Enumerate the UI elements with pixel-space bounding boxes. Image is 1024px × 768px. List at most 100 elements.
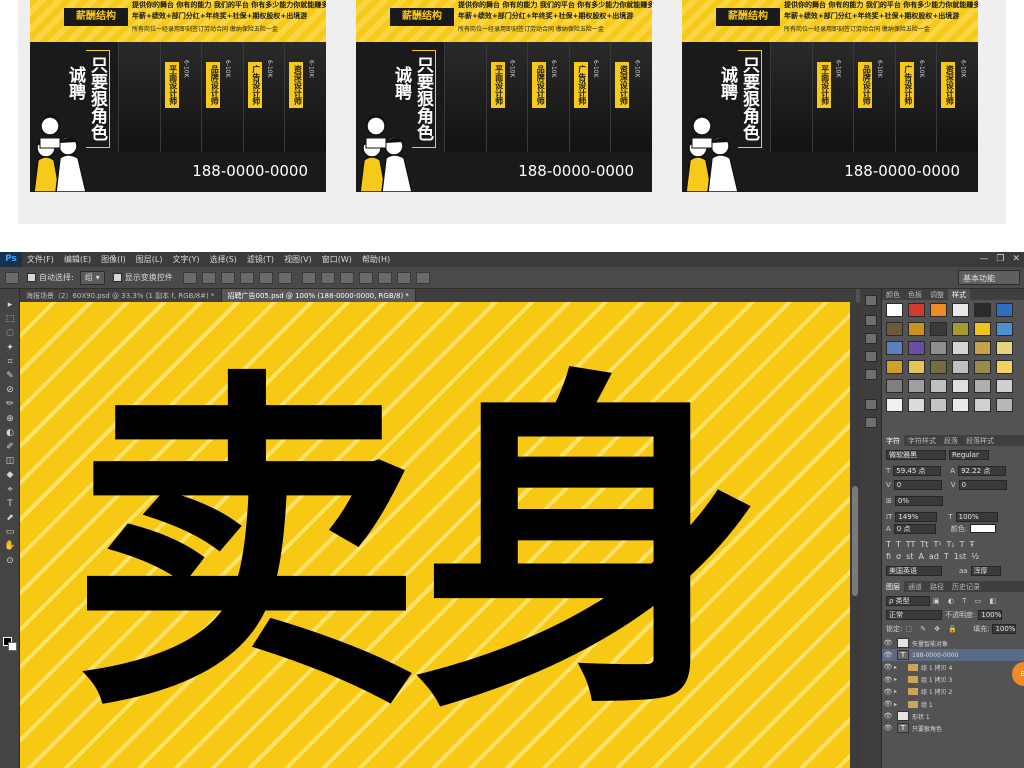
style-preset-swatch[interactable] [952,303,969,317]
swash-icon[interactable]: A [918,552,923,561]
layer-kind-filter[interactable]: ρ 类型 [886,595,930,606]
play-icon[interactable] [865,295,877,306]
layer-row[interactable]: 👁 T 只要狠角色 [882,722,1024,734]
style-preset-swatch[interactable] [886,360,903,374]
layer-filter-icons[interactable]: ▣ ◐ T ▭ ◧ [933,597,999,605]
expand-arrow-icon[interactable]: ▸ [894,676,900,683]
distribute-top-icon[interactable] [301,271,316,284]
align-left-icon[interactable] [239,271,254,284]
hand-tool-icon[interactable]: ✋ [3,540,17,552]
tracking-field[interactable]: 0 [958,479,1007,490]
opacity-field[interactable]: 100% [978,609,1003,620]
style-preset-swatch[interactable] [886,341,903,355]
styles-panel-tab[interactable]: 样式 [948,289,970,300]
horizontal-scale-field[interactable]: 100% [955,511,998,522]
stylistic-icon[interactable]: st [906,552,913,561]
distribute-right-icon[interactable] [396,271,411,284]
healing-tool-icon[interactable]: ⊘ [3,384,17,396]
style-preset-swatch[interactable] [886,303,903,317]
kerning-field[interactable]: 0 [893,479,942,490]
small-caps-icon[interactable]: Tt [920,540,928,549]
character-panel-tab[interactable]: 字符样式 [904,435,940,446]
menu-item[interactable]: 文件(F) [22,254,59,265]
eye-icon[interactable]: 👁 [882,724,894,732]
character-panel-tab[interactable]: 段落 [940,435,962,446]
menu-item[interactable]: 视图(V) [279,254,317,265]
style-preset-swatch[interactable] [908,379,925,393]
layers-panel-tab[interactable]: 路径 [926,581,948,592]
layer-row[interactable]: 👁 ▸ 组 1 [882,698,1024,710]
close-button[interactable]: ✕ [1012,254,1020,264]
eye-icon[interactable]: 👁 [882,688,894,696]
distribute-hcenter-icon[interactable] [377,271,392,284]
path-select-tool-icon[interactable]: ⬈ [3,512,17,524]
marquee-tool-icon[interactable]: ⬚ [3,313,17,325]
layers-panel-tab[interactable]: 通道 [904,581,926,592]
layers-panel-tab[interactable]: 历史记录 [948,581,984,592]
blur-tool-icon[interactable]: ◆ [3,469,17,481]
align-hcenter-icon[interactable] [258,271,273,284]
style-preset-swatch[interactable] [886,322,903,336]
auto-align-icon[interactable] [415,271,430,284]
menu-item[interactable]: 滤镜(T) [242,254,279,265]
document-canvas[interactable]: 卖身 [20,302,850,768]
quick-select-tool-icon[interactable]: ✦ [3,342,17,354]
alternates-icon[interactable]: ad [929,552,939,561]
document-tab[interactable]: 招聘广告005.psd @ 100% (188-0000-0000, RGB/8… [221,289,416,302]
superscript-icon[interactable]: T¹ [933,540,941,549]
style-preset-swatch[interactable] [908,360,925,374]
character-icon[interactable] [865,399,877,410]
menu-item[interactable]: 窗口(W) [317,254,357,265]
style-preset-swatch[interactable] [952,398,969,412]
eye-icon[interactable]: 👁 [882,651,894,659]
shape-tool-icon[interactable]: ▭ [3,526,17,538]
underline-icon[interactable]: T [960,540,965,549]
layers-panel-tab[interactable]: 图层 [882,581,904,592]
layer-row[interactable]: 👁 形状 1 [882,710,1024,722]
style-preset-swatch[interactable] [930,303,947,317]
style-preset-swatch[interactable] [930,360,947,374]
menu-item[interactable]: 编辑(E) [59,254,96,265]
menu-item[interactable]: 选择(S) [205,254,242,265]
distribute-vcenter-icon[interactable] [320,271,335,284]
style-preset-swatch[interactable] [952,341,969,355]
style-preset-swatch[interactable] [908,303,925,317]
vertical-scale-field[interactable]: 149% [895,511,938,522]
all-caps-icon[interactable]: TT [906,540,916,549]
eye-icon[interactable]: 👁 [882,712,894,720]
type-tool-icon[interactable]: T [3,498,17,510]
faux-bold-icon[interactable]: T [886,540,891,549]
brush-tool-icon[interactable]: ✏ [3,398,17,410]
style-preset-swatch[interactable] [886,379,903,393]
styles-panel-tab[interactable]: 颜色 [882,289,904,300]
subscript-icon[interactable]: T₁ [947,540,955,549]
style-preset-swatch[interactable] [974,379,991,393]
titling-icon[interactable]: T [944,552,949,561]
menu-item[interactable]: 图层(L) [131,254,168,265]
eye-icon[interactable]: 👁 [882,700,894,708]
maximize-button[interactable]: ❐ [996,254,1004,264]
paragraph-icon[interactable] [865,369,877,380]
style-preset-swatch[interactable] [974,398,991,412]
text-color-swatch[interactable] [970,524,997,533]
distribute-bottom-icon[interactable] [339,271,354,284]
eye-icon[interactable]: 👁 [882,663,894,671]
zoom-tool-icon[interactable]: ⊙ [3,555,17,567]
style-preset-swatch[interactable] [930,341,947,355]
align-bottom-icon[interactable] [220,271,235,284]
document-tab[interactable]: 海报场景（2）60X90.psd @ 33.3% (1 副本 f, RGB/8#… [20,289,222,302]
style-preset-swatch[interactable] [996,341,1013,355]
baseline-field[interactable]: 0 点 [893,523,936,534]
style-preset-swatch[interactable] [930,322,947,336]
workspace-dropdown[interactable]: 基本功能 [958,270,1020,285]
style-preset-swatch[interactable] [974,341,991,355]
scale-field[interactable]: 0% [894,495,943,506]
eraser-tool-icon[interactable]: ✐ [3,441,17,453]
style-preset-swatch[interactable] [996,398,1013,412]
eye-icon[interactable]: 👁 [882,676,894,684]
style-preset-swatch[interactable] [908,341,925,355]
style-preset-swatch[interactable] [908,398,925,412]
style-preset-swatch[interactable] [974,322,991,336]
style-preset-swatch[interactable] [930,379,947,393]
history-brush-tool-icon[interactable]: ◐ [3,427,17,439]
